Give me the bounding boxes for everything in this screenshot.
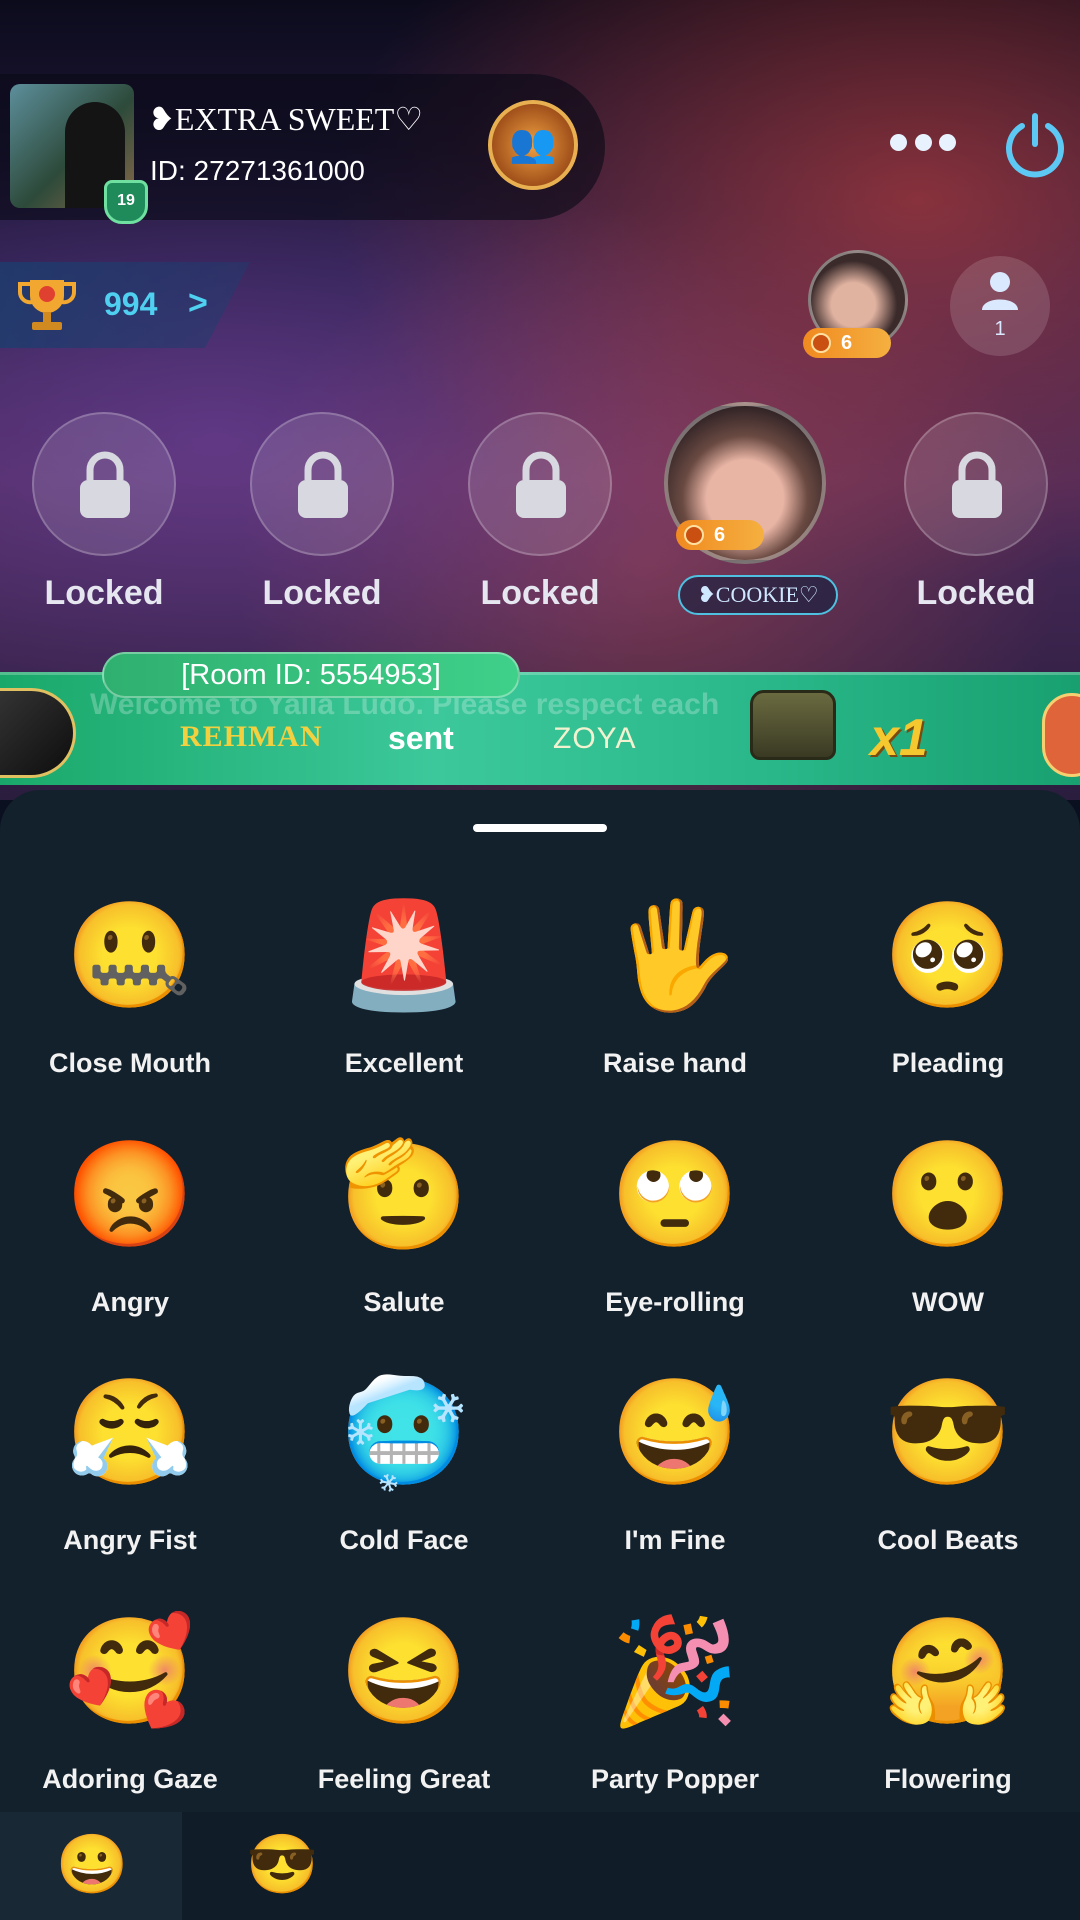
emoji-label: Excellent	[344, 1048, 464, 1078]
emoji-cool-beats-icon[interactable]: 😎	[883, 1368, 1013, 1498]
seat-3[interactable]	[468, 412, 612, 556]
seat-user-name: ❥COOKIE♡	[678, 575, 838, 615]
level-badge: 19	[104, 180, 148, 224]
lock-icon	[952, 451, 1002, 518]
power-icon[interactable]	[1004, 112, 1066, 178]
emoji-label: Adoring Gaze	[42, 1764, 218, 1794]
emoji-wow-icon[interactable]: 😮	[883, 1130, 1013, 1260]
user-id: ID: 27271361000	[150, 155, 365, 186]
emoji-cold-face-icon[interactable]: 🥶	[339, 1368, 469, 1498]
seat-5[interactable]	[904, 412, 1048, 556]
more-options-icon[interactable]	[890, 130, 956, 154]
emoji-label: Eye-rolling	[605, 1287, 745, 1317]
emoji-label: Raise hand	[602, 1048, 748, 1078]
host-level-badge: 6	[803, 328, 891, 358]
emoji-excellent-icon[interactable]: 🚨	[339, 891, 469, 1021]
seat-label: Locked	[44, 574, 164, 612]
emoji-party-popper-icon[interactable]: 🎉	[610, 1607, 740, 1737]
trophy-count: 994	[104, 286, 158, 322]
trophy-icon	[18, 280, 76, 330]
lock-icon	[298, 451, 348, 518]
seat-1[interactable]	[32, 412, 176, 556]
emoji-label: Salute	[363, 1287, 445, 1317]
emoji-label: Angry	[90, 1287, 169, 1317]
dot	[914, 133, 932, 151]
emoji-label: Cold Face	[339, 1525, 469, 1555]
emoji-label: Angry Fist	[63, 1525, 197, 1555]
emoji-eye-rolling-icon[interactable]: 🙄	[610, 1130, 740, 1260]
lock-icon	[80, 451, 130, 518]
emoji-label: Pleading	[891, 1048, 1005, 1078]
audience-count: 1	[994, 318, 1006, 340]
emoji-angry-fist-icon[interactable]: 😤	[65, 1368, 195, 1498]
emoji-im-fine-icon[interactable]: 😅	[610, 1368, 740, 1498]
emoji-label: Party Popper	[590, 1764, 760, 1794]
smile-tab-icon[interactable]: 😀	[56, 1830, 128, 1900]
emoji-angry-icon[interactable]: 😡	[65, 1130, 195, 1260]
chevron-right-icon: >	[188, 284, 208, 322]
emoji-feeling-great-icon[interactable]: 😆	[339, 1607, 469, 1737]
person-icon	[982, 272, 1018, 310]
emoji-label: Cool Beats	[877, 1525, 1019, 1555]
seat-level-badge: 6	[676, 520, 764, 550]
banner-edge-icon	[1042, 693, 1080, 777]
seat-label: Locked	[916, 574, 1036, 612]
emoji-label: Feeling Great	[317, 1764, 491, 1794]
emoji-label: Flowering	[884, 1764, 1012, 1794]
family-badge-icon[interactable]: 👥	[488, 100, 578, 190]
emoji-raise-hand-icon[interactable]: 🖐	[610, 891, 740, 1021]
emoji-close-mouth-icon[interactable]: 🤐	[65, 891, 195, 1021]
seat-label: Locked	[480, 574, 600, 612]
gift-sent-text: sent	[388, 720, 454, 756]
room-id-pill: [Room ID: 5554953]	[102, 652, 520, 698]
sheet-handle[interactable]	[473, 824, 607, 832]
emoji-label: I'm Fine	[624, 1525, 726, 1555]
dot	[939, 133, 956, 151]
emoji-pleading-icon[interactable]: 🥺	[883, 891, 1013, 1021]
seat-label: Locked	[262, 574, 382, 612]
user-name: ❥EXTRA SWEET♡	[148, 101, 424, 137]
dot	[890, 133, 907, 151]
jeep-gift-icon	[750, 690, 836, 760]
seat-2[interactable]	[250, 412, 394, 556]
emoji-flowering-icon[interactable]: 🤗	[883, 1607, 1013, 1737]
cool-tab-icon[interactable]: 😎	[246, 1830, 318, 1900]
gift-receiver-name: ZOYA	[553, 722, 637, 755]
lock-icon	[516, 451, 566, 518]
emoji-adoring-gaze-icon[interactable]: 🥰	[65, 1607, 195, 1737]
gift-multiplier: x1	[870, 709, 928, 767]
emoji-label: WOW	[912, 1287, 984, 1317]
emoji-label: Close Mouth	[49, 1048, 211, 1078]
gift-sender-name: REHMAN	[180, 720, 323, 753]
emoji-salute-icon[interactable]: 🫡	[339, 1130, 469, 1260]
